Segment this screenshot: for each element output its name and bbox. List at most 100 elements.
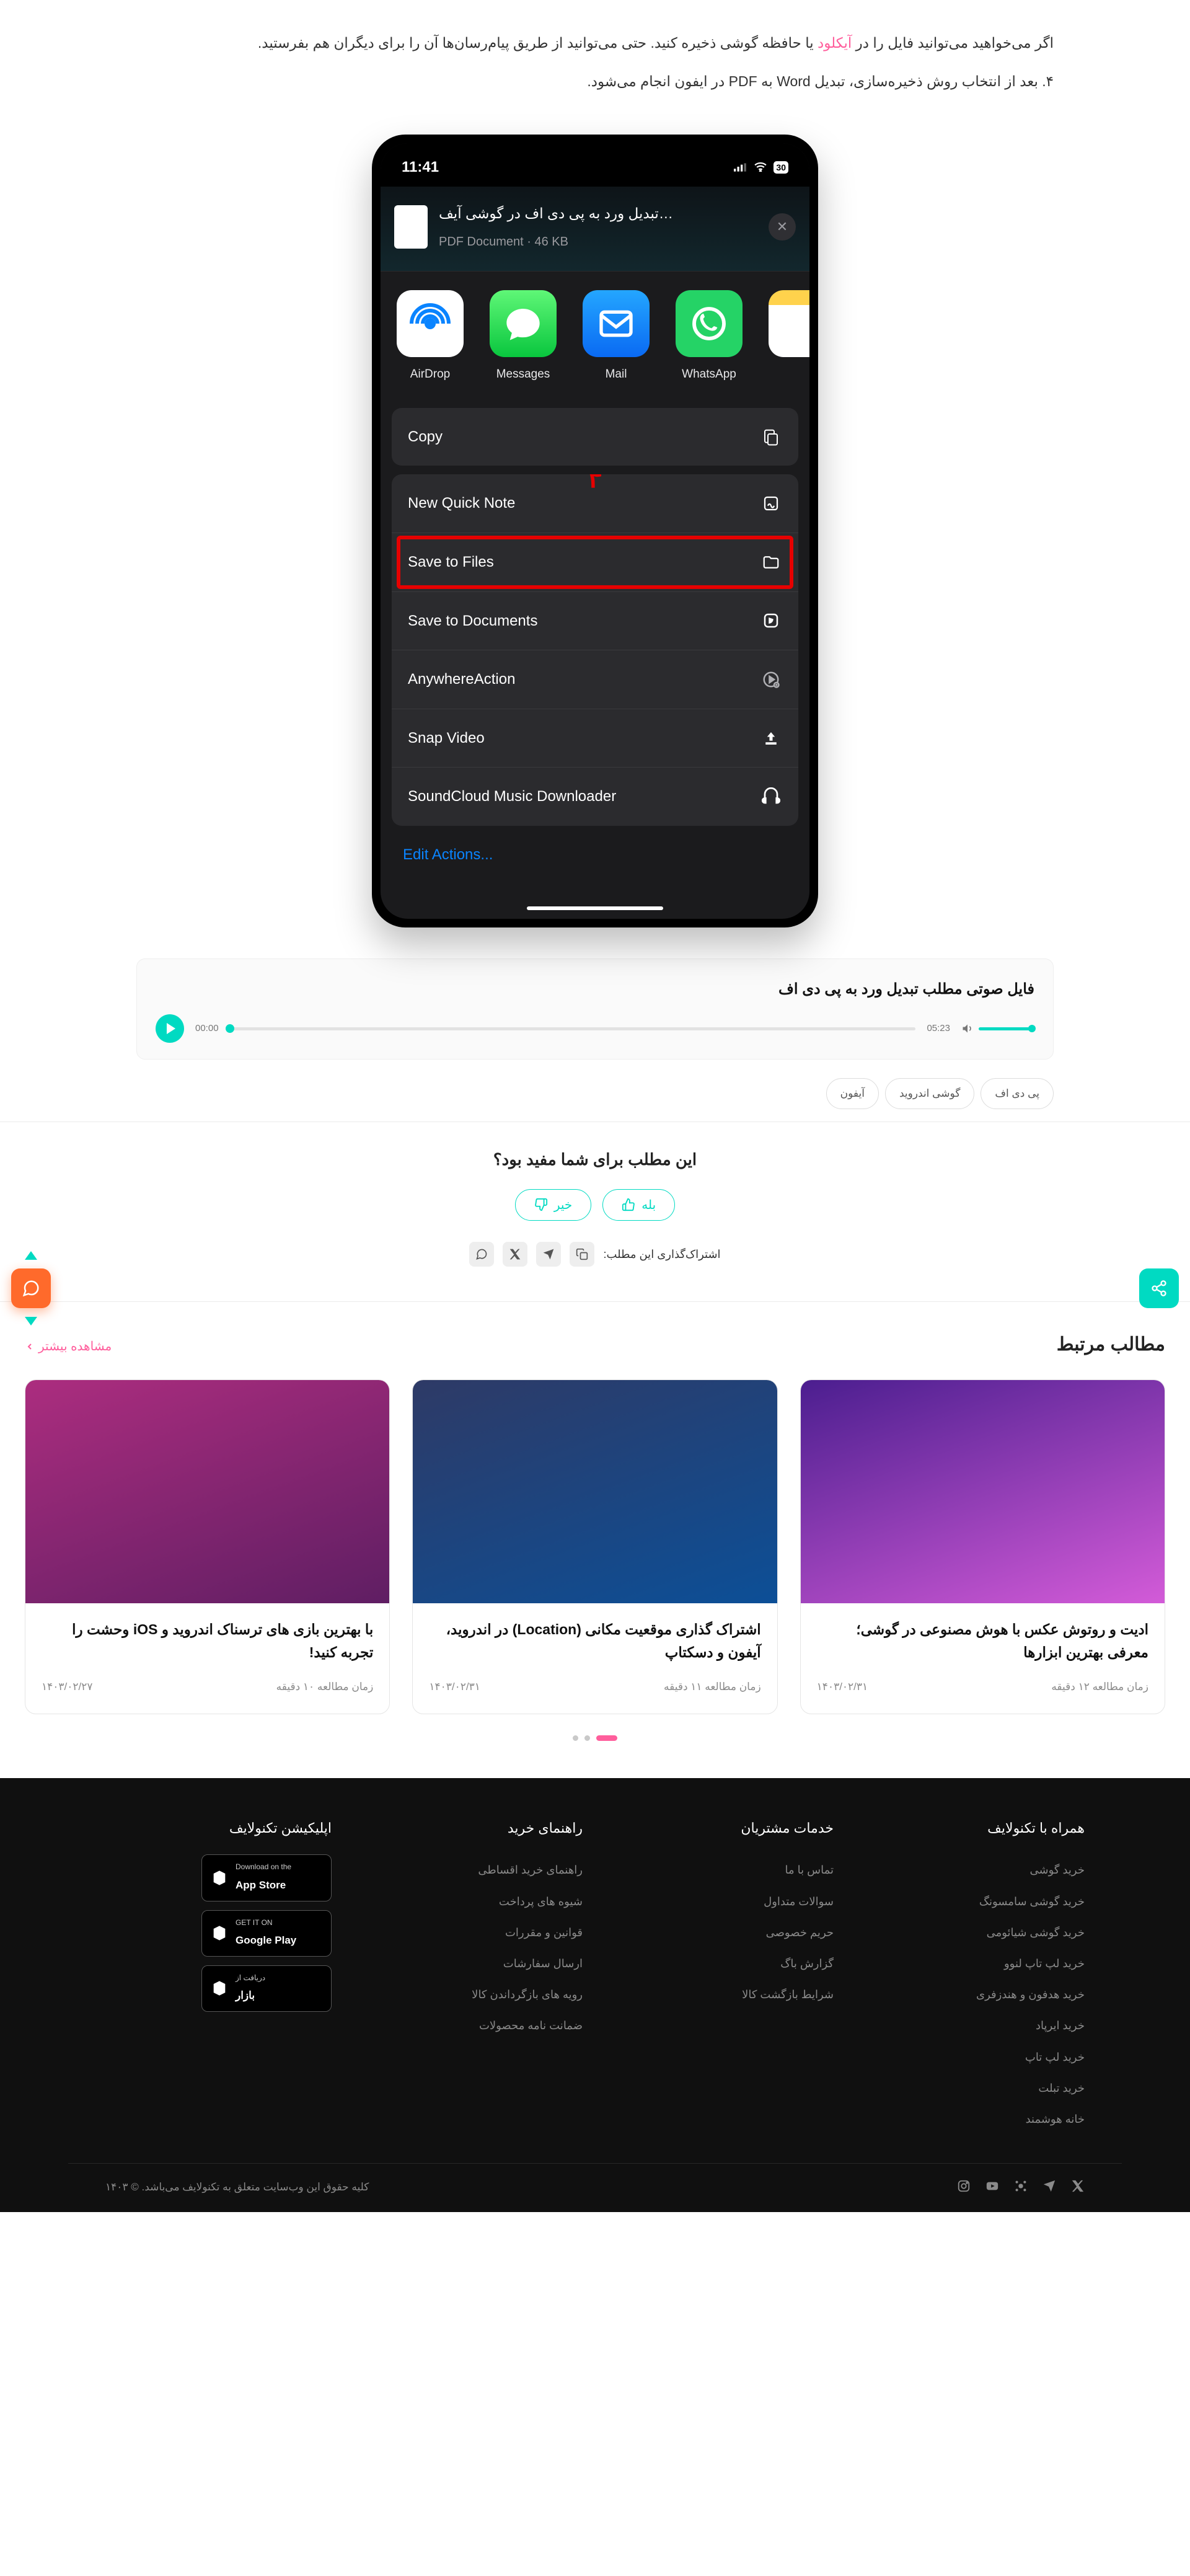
copy-icon	[760, 426, 782, 448]
app-icon	[676, 290, 743, 357]
footer-link[interactable]: حریم خصوصی	[607, 1917, 834, 1948]
audio-track[interactable]	[230, 1027, 916, 1030]
telegram-icon[interactable]	[536, 1242, 561, 1267]
helpful-block: این مطلب برای شما مفید بود؟ بله خیر	[0, 1144, 1190, 1220]
tag-chip[interactable]: آیفون	[826, 1078, 879, 1109]
close-icon[interactable]: ✕	[769, 213, 796, 241]
document-title: تبدیل ورد به پی دی اف در گوشی آیف…	[439, 200, 757, 228]
share-action-save-to-files[interactable]: Save to Files	[392, 533, 798, 591]
copy-link-icon[interactable]	[570, 1242, 594, 1267]
share-action-anywhereaction[interactable]: AnywhereAction	[392, 650, 798, 709]
footer-link[interactable]: خرید گوشی	[858, 1854, 1085, 1885]
footer-link[interactable]: رویه های بازگرداندن کالا	[356, 1979, 583, 2010]
iphone-screenshot: 11:41 30 تبدیل ورد به پی دی اف در گوشی آ…	[372, 135, 818, 927]
card-date: ۱۴۰۳/۰۲/۳۱	[817, 1677, 868, 1697]
footer-link[interactable]: گزارش باگ	[607, 1948, 834, 1979]
footer-link[interactable]: خرید تبلت	[858, 2073, 1085, 2104]
footer-col-title: خدمات مشتریان	[607, 1815, 834, 1841]
telegram-icon[interactable]	[1040, 2179, 1056, 2195]
footer-link[interactable]: خانه هوشمند	[858, 2104, 1085, 2135]
scroll-down-icon[interactable]	[25, 1317, 37, 1326]
edit-actions-link[interactable]: Edit Actions...	[381, 834, 809, 906]
footer-col-title: اپلیکیشن تکنولایف	[105, 1815, 332, 1841]
footer-link[interactable]: شیوه های پرداخت	[356, 1886, 583, 1917]
share-action-soundcloud-music-downloader[interactable]: SoundCloud Music Downloader	[392, 767, 798, 826]
share-row: اشتراک‌گذاری این مطلب:	[0, 1242, 1190, 1267]
copyright-text: کلیه حقوق این وب‌سایت متعلق به تکنولایف …	[105, 2177, 369, 2197]
related-card[interactable]: ادیت و روتوش عکس با هوش مصنوعی در گوشی؛ …	[800, 1379, 1165, 1714]
footer-link[interactable]: ضمانت نامه محصولات	[356, 2010, 583, 2041]
helpful-no-button[interactable]: خیر	[515, 1189, 591, 1221]
card-date: ۱۴۰۳/۰۲/۲۷	[42, 1677, 93, 1697]
aparat-icon[interactable]	[1011, 2179, 1028, 2195]
scroll-up-icon[interactable]	[25, 1251, 37, 1260]
card-image	[801, 1380, 1165, 1603]
share-float-button[interactable]	[1139, 1262, 1179, 1314]
helpful-yes-button[interactable]: بله	[602, 1189, 675, 1221]
share-app-messages[interactable]: Messages	[487, 290, 559, 386]
chevron-left-icon	[25, 1342, 35, 1352]
card-read-time: زمان مطالعه ۱۰ دقیقه	[276, 1677, 374, 1697]
related-card[interactable]: اشتراک گذاری موقعیت مکانی (Location) در …	[412, 1379, 777, 1714]
step-4-text: ۴. بعد از انتخاب روش ذخیره‌سازی، تبدیل W…	[136, 68, 1054, 95]
footer-link[interactable]: ارسال سفارشات	[356, 1948, 583, 1979]
action-icon	[760, 551, 782, 573]
tags-row: پی دی افگوشی اندرویدآیفون	[136, 1078, 1054, 1109]
play-button[interactable]	[156, 1014, 184, 1043]
app-store-badge[interactable]: دریافت ازبازار	[201, 1965, 332, 2012]
thumbs-up-icon	[622, 1198, 635, 1211]
store-icon	[211, 1869, 228, 1887]
footer-link[interactable]: خرید لپ تاپ	[858, 2042, 1085, 2073]
share-app-notes[interactable]	[766, 290, 809, 386]
volume-control[interactable]	[961, 1022, 1034, 1035]
volume-icon	[961, 1022, 974, 1035]
youtube-icon[interactable]	[983, 2179, 999, 2195]
copy-action[interactable]: Copy	[392, 408, 798, 466]
related-more-link[interactable]: مشاهده بیشتر	[25, 1335, 112, 1358]
share-app-airdrop[interactable]: AirDrop	[394, 290, 466, 386]
whatsapp-icon[interactable]	[469, 1242, 494, 1267]
footer-link[interactable]: سوالات متداول	[607, 1886, 834, 1917]
twitter-icon[interactable]	[1069, 2179, 1085, 2195]
app-store-badge[interactable]: GET IT ONGoogle Play	[201, 1910, 332, 1957]
footer-link[interactable]: خرید گوشی شیائومی	[858, 1917, 1085, 1948]
footer-link[interactable]: قوانین و مقررات	[356, 1917, 583, 1948]
action-icon	[760, 609, 782, 632]
action-icon	[760, 786, 782, 808]
share-action-snap-video[interactable]: Snap Video	[392, 709, 798, 768]
wifi-icon	[754, 153, 767, 182]
app-store-badge[interactable]: Download on theApp Store	[201, 1854, 332, 1901]
instagram-icon[interactable]	[954, 2179, 971, 2195]
share-app-whatsapp[interactable]: WhatsApp	[673, 290, 745, 386]
carousel-dots[interactable]	[25, 1735, 1165, 1741]
footer-link[interactable]: خرید ایرپاد	[858, 2010, 1085, 2041]
footer-link[interactable]: تماس با ما	[607, 1854, 834, 1885]
action-icon	[760, 668, 782, 691]
card-image	[413, 1380, 777, 1603]
home-indicator	[527, 906, 663, 910]
related-card[interactable]: با بهترین بازی های ترسناک اندروید و iOS …	[25, 1379, 390, 1714]
footer-link[interactable]: شرایط بازگشت کالا	[607, 1979, 834, 2010]
share-label: اشتراک‌گذاری این مطلب:	[603, 1244, 720, 1265]
footer-link[interactable]: خرید لپ تاپ لنوو	[858, 1948, 1085, 1979]
footer-col-title: راهنمای خرید	[356, 1815, 583, 1841]
footer-link[interactable]: راهنمای خرید اقساطی	[356, 1854, 583, 1885]
twitter-icon[interactable]	[503, 1242, 527, 1267]
icloud-link[interactable]: آیکلود	[818, 35, 852, 51]
helpful-question: این مطلب برای شما مفید بود؟	[0, 1144, 1190, 1175]
share-action-save-to-documents[interactable]: Save to Documents	[392, 591, 798, 650]
battery-icon: 30	[774, 161, 788, 174]
tag-chip[interactable]: گوشی اندروید	[885, 1078, 974, 1109]
audio-title: فایل صوتی مطلب تبدیل ورد به پی دی اف	[156, 975, 1034, 1004]
store-icon	[211, 1980, 228, 1997]
footer-link[interactable]: خرید گوشی سامسونگ	[858, 1886, 1085, 1917]
support-chat-button[interactable]	[11, 1268, 51, 1308]
card-title: ادیت و روتوش عکس با هوش مصنوعی در گوشی؛ …	[817, 1618, 1148, 1664]
share-app-mail[interactable]: Mail	[580, 290, 652, 386]
footer-link[interactable]: خرید هدفون و هندزفری	[858, 1979, 1085, 2010]
tag-chip[interactable]: پی دی اف	[981, 1078, 1054, 1109]
document-thumbnail-icon	[394, 205, 428, 249]
store-icon	[211, 1924, 228, 1942]
audio-player[interactable]: 00:00 05:23	[156, 1014, 1034, 1043]
status-time: 11:41	[402, 153, 439, 182]
